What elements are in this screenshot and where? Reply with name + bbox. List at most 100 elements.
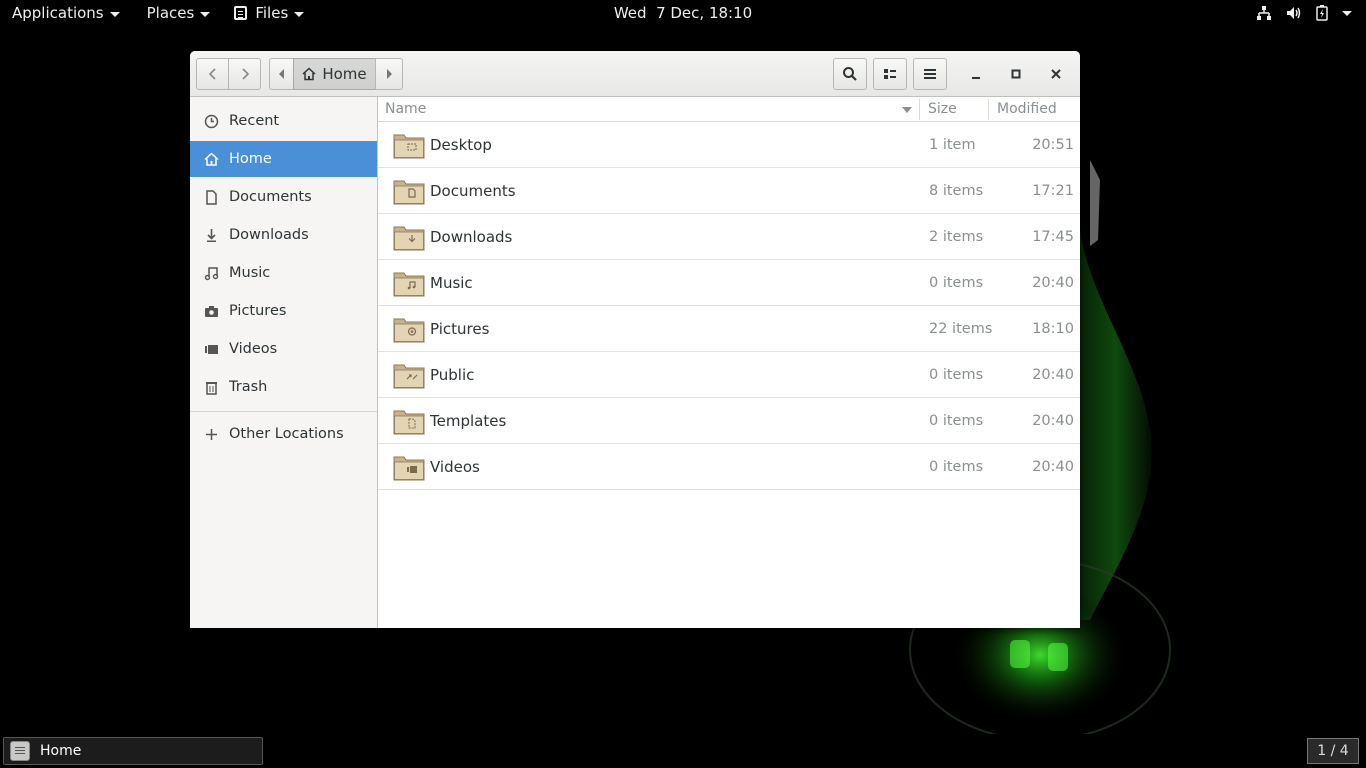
file-row-music[interactable]: Music 0 items 20:40: [378, 260, 1080, 306]
file-size: 0 items: [929, 274, 984, 291]
file-name: Videos: [430, 457, 480, 476]
path-scroll-right-button[interactable]: [375, 58, 403, 90]
search-icon: [843, 67, 857, 81]
file-row-documents[interactable]: Documents 8 items 17:21: [378, 168, 1080, 214]
files-app-icon: [10, 741, 30, 761]
file-rows: Desktop 1 item 20:51 Documents 8 items 17:21 D…: [378, 122, 1080, 490]
file-size: 22 items: [929, 320, 993, 337]
triangle-right-icon: [387, 69, 392, 79]
file-modified: 18:10: [1032, 320, 1074, 337]
menu-button[interactable]: [913, 58, 947, 90]
file-size: 0 items: [929, 458, 984, 475]
file-name: Pictures: [430, 319, 490, 338]
hamburger-icon: [924, 69, 936, 79]
file-row-pictures[interactable]: Pictures 22 items 18:10: [378, 306, 1080, 352]
sidebar-item-label: Music: [229, 265, 271, 281]
file-name: Music: [430, 273, 473, 292]
folder-desktop-icon: [393, 134, 425, 159]
maximize-button[interactable]: [1006, 64, 1026, 84]
column-divider: [919, 99, 920, 120]
sidebar-item-label: Recent: [229, 113, 280, 129]
sidebar-item-label: Trash: [229, 379, 268, 395]
path-home-button[interactable]: Home: [293, 58, 376, 90]
sidebar-item-trash[interactable]: Trash: [190, 369, 377, 405]
column-header-name[interactable]: Name: [385, 101, 426, 117]
file-list: Name Size Modified Desktop 1 item 20:51 Doc…: [378, 97, 1080, 628]
file-modified: 20:51: [1032, 136, 1074, 153]
path-scroll-left-button[interactable]: [269, 58, 294, 90]
list-view-icon: [884, 69, 896, 79]
folder-pictures-icon: [393, 318, 425, 343]
folder-public-icon: [393, 364, 425, 389]
volume-icon: [1287, 7, 1301, 19]
column-header-modified[interactable]: Modified: [997, 101, 1057, 117]
file-name: Downloads: [430, 227, 513, 246]
sidebar-item-documents[interactable]: Documents: [190, 179, 377, 215]
battery-icon: [1316, 5, 1328, 21]
sidebar-item-music[interactable]: Music: [190, 255, 377, 291]
sidebar-item-home[interactable]: Home: [190, 141, 377, 177]
caret-down-icon: [1342, 10, 1352, 16]
chevron-left-icon: [208, 68, 216, 80]
file-size: 2 items: [929, 228, 984, 245]
sidebar-separator: [190, 411, 377, 412]
folder-downloads-icon: [393, 226, 425, 251]
chevron-right-icon: [241, 68, 249, 80]
minimize-button[interactable]: [966, 64, 986, 84]
file-modified: 17:21: [1032, 182, 1074, 199]
forward-button[interactable]: [228, 58, 261, 90]
download-icon: [204, 228, 219, 243]
close-button[interactable]: [1046, 64, 1066, 84]
sidebar-item-videos[interactable]: Videos: [190, 331, 377, 367]
folder-templates-icon: [393, 410, 425, 435]
file-modified: 20:40: [1032, 274, 1074, 291]
workspace-indicator[interactable]: 1 / 4: [1307, 738, 1359, 764]
file-modified: 20:40: [1032, 412, 1074, 429]
triangle-left-icon: [278, 69, 284, 79]
search-button[interactable]: [833, 58, 867, 90]
file-name: Desktop: [430, 135, 492, 154]
sidebar-item-label: Home: [229, 151, 272, 167]
sidebar-item-downloads[interactable]: Downloads: [190, 217, 377, 253]
top-panel: Applications Places Files Wed 7 Dec, 18:…: [0, 0, 1366, 26]
window-content: Recent Home Documents Downloads Music Pi…: [190, 97, 1080, 628]
music-icon: [204, 266, 219, 281]
file-row-desktop[interactable]: Desktop 1 item 20:51: [378, 122, 1080, 168]
sidebar-item-pictures[interactable]: Pictures: [190, 293, 377, 329]
file-name: Documents: [430, 181, 516, 200]
file-manager-window: Home Recent Home Documents Downloads Mus…: [190, 51, 1080, 628]
sidebar-item-label: Downloads: [229, 227, 309, 243]
file-row-public[interactable]: Public 0 items 20:40: [378, 352, 1080, 398]
maximize-icon: [1011, 69, 1021, 79]
sidebar-item-label: Videos: [229, 341, 278, 357]
system-tray[interactable]: [1256, 0, 1352, 26]
file-modified: 20:40: [1032, 458, 1074, 475]
trash-icon: [204, 380, 219, 395]
column-divider: [988, 99, 989, 120]
camera-icon: [204, 304, 219, 319]
bottom-panel: Home 1 / 4: [0, 734, 1366, 768]
sidebar-item-label: Other Locations: [229, 426, 344, 442]
clock[interactable]: Wed 7 Dec, 18:10: [614, 4, 752, 22]
folder-music-icon: [393, 272, 425, 297]
header-bar: Home: [190, 51, 1080, 97]
view-toggle-button[interactable]: [873, 58, 907, 90]
sidebar-item-other-locations[interactable]: Other Locations: [190, 416, 377, 452]
file-row-videos[interactable]: Videos 0 items 20:40: [378, 444, 1080, 490]
path-bar: Home: [269, 58, 403, 90]
taskbar-window-button[interactable]: Home: [3, 737, 263, 765]
file-modified: 17:45: [1032, 228, 1074, 245]
navigation-buttons: [196, 58, 262, 90]
close-icon: [1051, 69, 1061, 79]
file-size: 1 item: [929, 136, 976, 153]
file-row-downloads[interactable]: Downloads 2 items 17:45: [378, 214, 1080, 260]
column-header-size[interactable]: Size: [928, 101, 957, 117]
video-icon: [204, 342, 219, 357]
file-row-templates[interactable]: Templates 0 items 20:40: [378, 398, 1080, 444]
sidebar-item-recent[interactable]: Recent: [190, 103, 377, 139]
back-button[interactable]: [196, 58, 229, 90]
clock-icon: [204, 114, 219, 129]
file-size: 0 items: [929, 366, 984, 383]
file-name: Public: [430, 365, 475, 384]
sort-descending-icon: [902, 107, 912, 113]
